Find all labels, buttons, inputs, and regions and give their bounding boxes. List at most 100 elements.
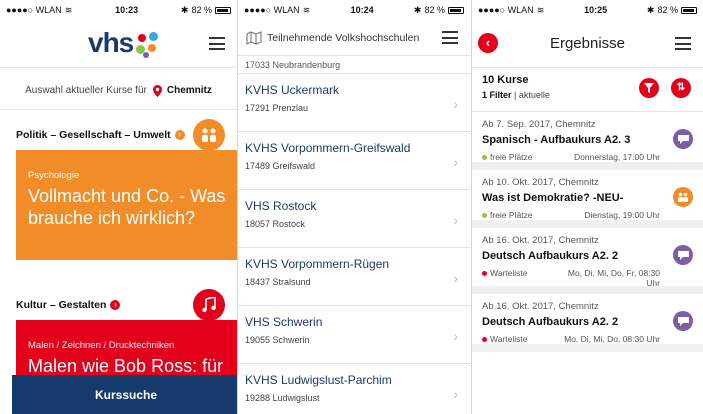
vhs-name: KVHS Vorpommern-Greifswald — [245, 141, 411, 155]
vhs-name: KVHS Ludwigslust-Parchim — [245, 373, 392, 387]
course-schedule: Mo, Di, Mi, Do, Fr, 08:30 Uhr — [567, 268, 660, 288]
course-list: Ab 7. Sep. 2017, Chemnitz Spanisch - Auf… — [472, 112, 703, 352]
vhs-list-nav-bar: Teilnehmende Volkshochschulen — [238, 20, 470, 56]
availability-dot — [482, 270, 487, 276]
course-schedule: Donnerstag, 17:00 Uhr — [574, 152, 660, 162]
clock: 10:23 — [115, 5, 139, 15]
battery-percent: 82 % — [657, 5, 678, 15]
sort-icon[interactable]: ⇅ — [671, 78, 691, 98]
results-summary: 10 Kurse 1 Filter | aktuelle ⇅ — [472, 68, 703, 112]
vhs-address: 18057 Rostock — [245, 219, 306, 229]
page-title: Teilnehmende Volkshochschulen — [267, 31, 420, 44]
list-item[interactable]: KVHS Uckermark 17291 Prenzlau › — [238, 74, 470, 132]
vhs-list: KVHS Uckermark 17291 Prenzlau › KVHS Vorpo… — [238, 74, 470, 414]
arrow-right-icon: › — [174, 130, 185, 140]
vhs-address: 18437 Stralsund — [245, 277, 311, 287]
course-item[interactable]: Ab 16. Okt. 2017, Chemnitz Deutsch Aufba… — [472, 228, 703, 294]
course-status: freie Plätze — [490, 210, 533, 220]
battery-icon — [214, 6, 231, 14]
featured-course-card[interactable]: Psychologie Vollmacht und Co. - Was brau… — [16, 150, 237, 260]
clock: 10:25 — [584, 5, 608, 15]
category-title: Politik – Gesellschaft – Umwelt — [16, 129, 171, 141]
course-schedule: Mo, Di, Mi, Do, 08:30 Uhr — [564, 334, 660, 344]
filter-scope: | aktuelle — [511, 90, 550, 100]
logo-dots-icon — [136, 32, 162, 58]
vhs-list-screen: ●●●●○ WLAN ≋ 10:24 ✱ 82 % Teilnehmende Vol… — [238, 0, 470, 414]
course-status: Warteliste — [490, 334, 528, 344]
signal-indicator: ●●●●○ WLAN — [478, 5, 534, 15]
course-item[interactable]: Ab 16. Okt. 2017, Chemnitz Deutsch Aufba… — [472, 294, 703, 352]
vhs-address: 19288 Ludwigslust — [245, 393, 320, 403]
signal-indicator: ●●●●○ WLAN — [244, 5, 300, 15]
course-date: Ab 16. Okt. 2017, Chemnitz — [482, 235, 599, 246]
course-date: Ab 10. Okt. 2017, Chemnitz — [482, 177, 599, 188]
wifi-icon: ≋ — [536, 4, 545, 15]
availability-dot — [482, 212, 487, 218]
map-icon — [246, 30, 262, 45]
list-item[interactable]: VHS Rostock 18057 Rostock › — [238, 190, 470, 248]
course-item[interactable]: Ab 10. Okt. 2017, Chemnitz Was ist Demok… — [472, 170, 703, 228]
vhs-logo[interactable]: vhs — [88, 28, 162, 58]
chevron-right-icon: › — [453, 328, 458, 344]
page-title: Ergebnisse — [549, 35, 626, 52]
course-search-button[interactable]: Kurssuche — [12, 375, 237, 414]
status-bar: ●●●●○ WLAN ≋ 10:23 ✱ 82 % — [0, 0, 237, 20]
menu-icon[interactable] — [442, 31, 458, 44]
list-item[interactable]: KVHS Vorpommern-Rügen 18437 Stralsund › — [238, 248, 470, 306]
wifi-icon: ≋ — [64, 4, 73, 15]
card-title: Vollmacht und Co. - Was brauche ich wirk… — [28, 186, 226, 228]
chevron-right-icon: › — [453, 96, 458, 112]
people-icon — [193, 119, 225, 151]
chevron-right-icon: › — [453, 270, 458, 286]
chevron-right-icon: › — [453, 154, 458, 170]
chevron-right-icon: › — [453, 212, 458, 228]
course-date: Ab 7. Sep. 2017, Chemnitz — [482, 119, 596, 130]
category-heading-kultur[interactable]: Kultur – Gestalten › — [0, 289, 237, 321]
card-category: Psychologie — [28, 170, 80, 181]
clock: 10:24 — [350, 5, 374, 15]
menu-icon[interactable] — [675, 37, 691, 50]
vhs-name: KVHS Uckermark — [245, 83, 340, 97]
results-count: 10 Kurse — [482, 74, 529, 86]
chevron-right-icon: › — [453, 386, 458, 402]
battery-icon — [447, 6, 464, 14]
location-pin-icon — [152, 84, 162, 97]
location-selector[interactable]: Auswahl aktueller Kurse für Chemnitz — [0, 72, 237, 110]
speech-bubble-icon — [673, 129, 693, 149]
filter-count[interactable]: 1 Filter — [482, 90, 512, 100]
vhs-address: 17489 Greifswald — [245, 161, 316, 171]
wifi-icon: ≋ — [302, 4, 311, 15]
filter-icon[interactable] — [639, 78, 659, 98]
people-icon — [673, 187, 693, 207]
list-item-partial[interactable]: 17033 Neubrandenburg — [238, 56, 470, 74]
course-title: Spanisch - Aufbaukurs A2. 3 — [482, 134, 631, 146]
list-item[interactable]: KVHS Ludwigslust-Parchim 19288 Ludwigslus… — [238, 364, 470, 414]
location-label: Auswahl aktueller Kurse für — [25, 85, 147, 96]
battery-percent: 82 % — [424, 5, 445, 15]
card-category: Malen / Zeichnen / Drucktechniken — [28, 340, 175, 351]
results-nav-bar: ‹ Ergebnisse — [472, 20, 703, 68]
results-screen: ●●●●○ WLAN ≋ 10:25 ✱ 82 % ‹ Ergebnisse 10 … — [472, 0, 703, 414]
list-item[interactable]: VHS Schwerin 19055 Schwerin › — [238, 306, 470, 364]
signal-indicator: ●●●●○ WLAN — [6, 5, 62, 15]
vhs-address: 19055 Schwerin — [245, 335, 310, 345]
logo-text: vhs — [88, 27, 134, 58]
vhs-name: VHS Schwerin — [245, 315, 323, 329]
status-bar: ●●●●○ WLAN ≋ 10:24 ✱ 82 % — [238, 0, 470, 20]
vhs-address: 17291 Prenzlau — [245, 103, 309, 113]
list-item[interactable]: KVHS Vorpommern-Greifswald 17489 Greifswa… — [238, 132, 470, 190]
bluetooth-icon: ✱ — [180, 4, 189, 15]
battery-icon — [680, 6, 697, 14]
course-item[interactable]: Ab 7. Sep. 2017, Chemnitz Spanisch - Auf… — [472, 112, 703, 170]
speech-bubble-icon — [673, 245, 693, 265]
category-title: Kultur – Gestalten — [16, 299, 107, 311]
course-schedule: Dienstag, 19:00 Uhr — [584, 210, 660, 220]
course-title: Deutsch Aufbaukurs A2. 2 — [482, 316, 619, 328]
home-nav-bar: vhs — [0, 20, 237, 68]
location-city: Chemnitz — [166, 85, 212, 96]
battery-percent: 82 % — [191, 5, 212, 15]
category-heading-politik[interactable]: Politik – Gesellschaft – Umwelt › — [0, 119, 237, 151]
menu-icon[interactable] — [209, 37, 225, 50]
home-screen: ●●●●○ WLAN ≋ 10:23 ✱ 82 % vhs Auswahl aktu… — [0, 0, 237, 414]
course-status: Warteliste — [490, 268, 528, 278]
